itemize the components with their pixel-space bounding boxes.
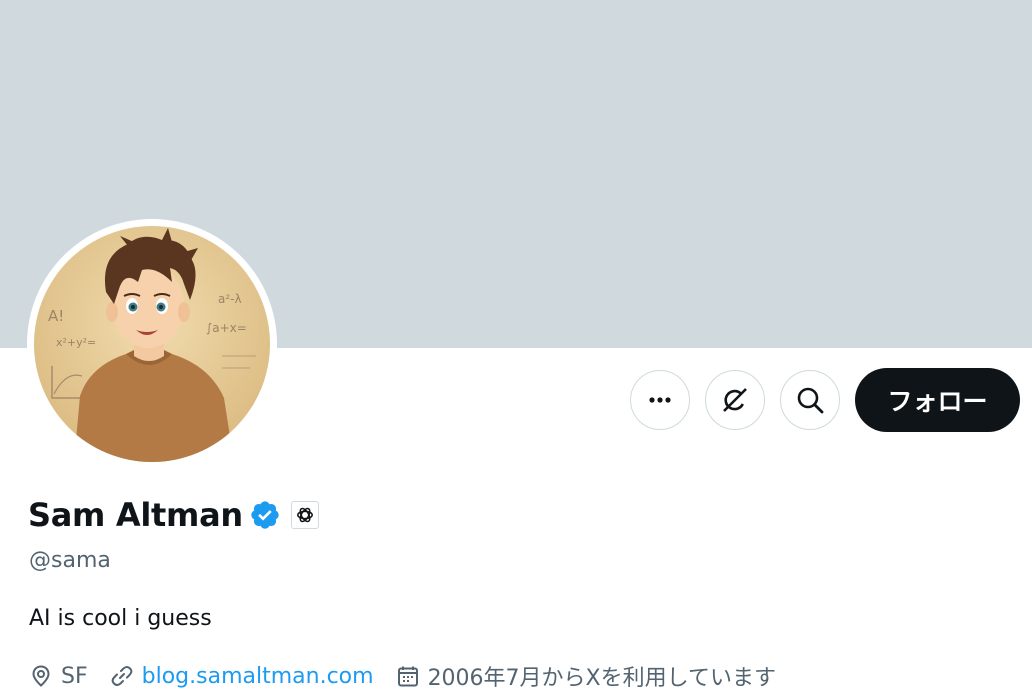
display-name: Sam Altman: [28, 496, 243, 534]
profile-actions: フォロー: [630, 368, 1020, 432]
more-button[interactable]: [630, 370, 690, 430]
grok-button[interactable]: [705, 370, 765, 430]
profile-page: A! x²+y²= a²-λ ∫a+x= フォロー Sam Altman @sa…: [0, 0, 1032, 698]
handle: @sama: [29, 548, 111, 573]
link-icon: [111, 666, 132, 686]
search-icon: [797, 387, 824, 414]
bio: AI is cool i guess: [29, 606, 212, 631]
search-button[interactable]: [780, 370, 840, 430]
grok-icon: [723, 388, 747, 412]
verified-badge-icon[interactable]: [249, 499, 281, 531]
joined-date: 2006年7月からXを利用しています: [396, 660, 776, 692]
location-text: SF: [61, 663, 88, 689]
website-link[interactable]: blog.samaltman.com: [142, 664, 374, 689]
avatar: A! x²+y²= a²-λ ∫a+x=: [34, 226, 270, 462]
openai-logo-icon: [296, 507, 313, 523]
avatar-scribble-4: ∫a+x=: [206, 321, 247, 335]
avatar-scribble-1: A!: [48, 307, 64, 325]
website: blog.samaltman.com: [110, 664, 374, 689]
more-icon: [649, 397, 671, 403]
name-row: Sam Altman: [28, 496, 319, 534]
location-pin-icon: [32, 665, 50, 687]
affiliate-badge[interactable]: [290, 501, 319, 529]
calendar-icon: [397, 666, 418, 687]
follow-button[interactable]: フォロー: [855, 368, 1020, 432]
profile-meta: SF blog.samaltman.com 2006年7月からXを利用しています: [29, 660, 798, 692]
avatar-frame[interactable]: A! x²+y²= a²-λ ∫a+x=: [27, 219, 277, 469]
location: SF: [29, 664, 88, 689]
avatar-scribble-2: x²+y²=: [56, 336, 96, 349]
joined-text: 2006年7月からXを利用しています: [427, 666, 776, 691]
avatar-scribble-3: a²-λ: [218, 292, 242, 306]
